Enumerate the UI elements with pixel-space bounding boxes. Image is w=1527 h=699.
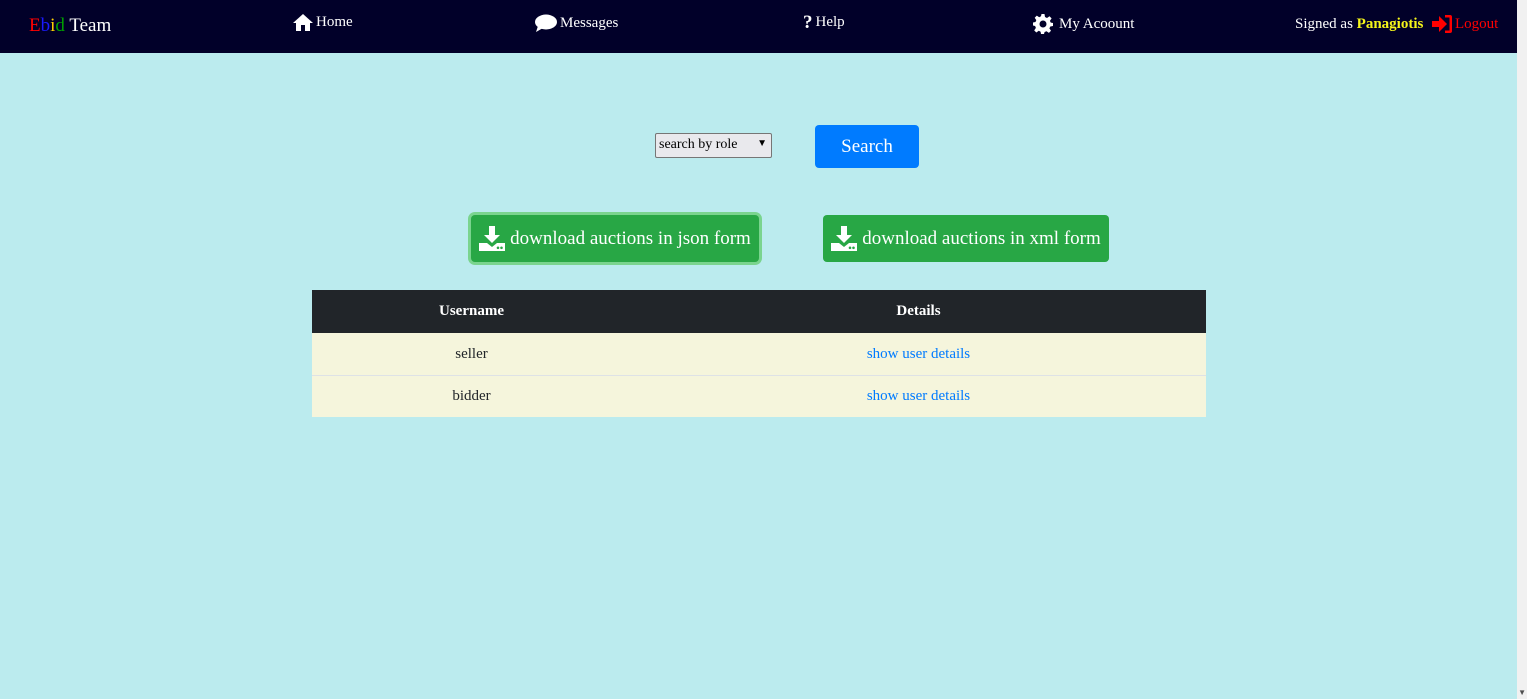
download-icon (479, 226, 506, 251)
cell-username: bidder (452, 388, 491, 404)
scroll-down-arrow-icon[interactable]: ▼ (1518, 688, 1526, 697)
nav-messages[interactable]: Messages (535, 14, 618, 32)
download-icon (831, 226, 858, 251)
column-header-username: Username (439, 303, 504, 319)
nav-account[interactable]: My Acoount (1033, 14, 1134, 34)
nav-home-label: Home (316, 14, 353, 30)
search-role-select[interactable]: search by role ▼ (655, 133, 772, 158)
nav-help[interactable]: ? Help (803, 12, 845, 33)
users-table: Username Details seller show user detail… (312, 290, 1206, 417)
nav-help-label: Help (815, 14, 845, 30)
table-row: seller show user details (312, 333, 1206, 375)
download-json-label: download auctions in json form (510, 227, 751, 249)
cell-username: seller (455, 345, 488, 362)
download-json-button[interactable]: download auctions in json form (471, 215, 759, 262)
logout-link[interactable]: Logout (1432, 15, 1498, 33)
nav-home[interactable]: Home (293, 14, 353, 31)
nav-messages-label: Messages (560, 14, 619, 31)
brand-logo[interactable]: Ebid Team (29, 15, 111, 37)
dropdown-arrow-icon: ▼ (757, 138, 767, 149)
brand-letter: E (29, 15, 41, 36)
signed-prefix: Signed as (1295, 16, 1353, 32)
question-icon: ? (803, 12, 813, 33)
top-navbar: Ebid Team Home Messages ? Help My Acooun… (0, 0, 1517, 53)
brand-suffix: Team (69, 15, 112, 36)
download-xml-label: download auctions in xml form (862, 227, 1101, 249)
column-header-details: Details (896, 303, 941, 319)
search-button[interactable]: Search (815, 125, 919, 168)
signed-in-status: Signed as Panagiotis (1295, 16, 1423, 33)
show-user-details-link[interactable]: show user details (867, 346, 970, 363)
table-row: bidder show user details (312, 375, 1206, 417)
vertical-scrollbar[interactable]: ▼ (1517, 0, 1527, 699)
brand-letter: b (40, 15, 51, 36)
logout-label: Logout (1455, 15, 1499, 32)
download-xml-button[interactable]: download auctions in xml form (823, 215, 1109, 262)
nav-account-label: My Acoount (1059, 15, 1135, 32)
table-header: Username Details (312, 290, 1206, 333)
signed-username: Panagiotis (1356, 16, 1424, 32)
comment-icon (535, 14, 557, 32)
show-user-details-link[interactable]: show user details (867, 388, 970, 405)
sign-out-icon (1432, 15, 1452, 33)
gear-icon (1033, 14, 1053, 34)
brand-letter: d (55, 15, 65, 36)
home-icon (293, 14, 313, 31)
select-value: search by role (659, 137, 738, 152)
